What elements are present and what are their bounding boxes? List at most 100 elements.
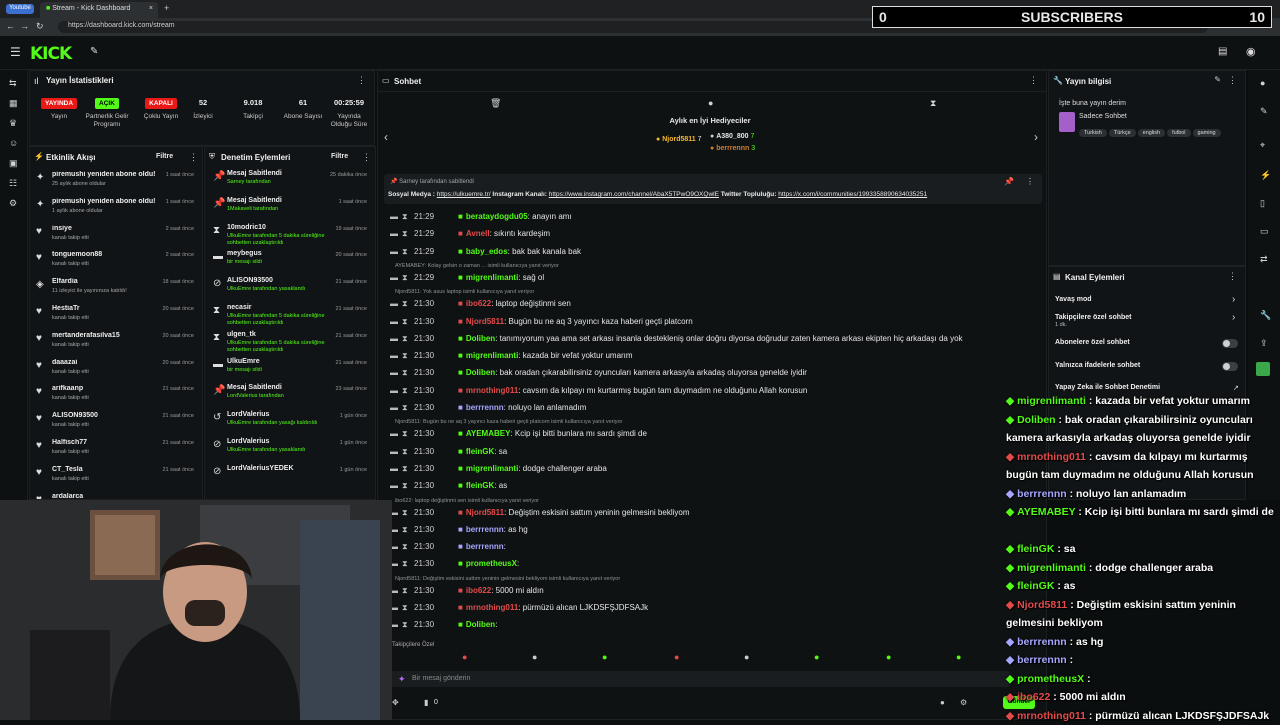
timeout-icon[interactable]: ⧗ (402, 508, 414, 518)
activity-row[interactable]: ♥ arifkaanp kanalı takip etti 21 saat önce (30, 383, 200, 409)
pinned-message[interactable]: 📌 Sarney tarafından sabitlendi Sosyal Me… (384, 174, 1042, 204)
message-username[interactable]: mrnothing011 (466, 603, 518, 612)
delete-message-icon[interactable]: ▬ (390, 317, 402, 326)
chat-message[interactable]: ▬ ⧗ 21:29 ■ berataydogdu05: anayın amı (390, 212, 1040, 228)
chat-more-icon[interactable]: ⋮ (1029, 75, 1038, 86)
chat-message[interactable]: ▬ ⧗ 21:30 ■ mrnothing011: cavsım da kılpayı … (390, 386, 1040, 402)
chat-message[interactable]: ▬ ⧗ 21:30 ■ berrrennn: (390, 542, 1040, 558)
chat-message[interactable]: ▬ ⧗ 21:30 ■ Doliben: bak oradan çıkarabilirs… (390, 368, 1040, 384)
activity-row[interactable]: ♥ insiye kanalı takip etti 2 saat önce (30, 223, 200, 249)
activity-row[interactable]: ♥ tonguemoon88 kanalı takip etti 2 saat önc… (30, 249, 200, 275)
chat-options-icon[interactable]: ● (940, 698, 945, 707)
chat-message[interactable]: ▬ ⧗ 21:30 ■ fleinGK: as (390, 481, 1040, 497)
message-username[interactable]: baby_edos (466, 247, 508, 256)
share-icon[interactable]: ⇪ (1260, 338, 1268, 349)
activity-filter-button[interactable]: Filtre (156, 153, 173, 160)
delete-message-icon[interactable]: ▬ (390, 273, 402, 282)
points-icon[interactable]: ▮ (424, 698, 428, 707)
channel-action-label[interactable]: Abonelere özel sohbet (1055, 339, 1130, 346)
toggle-switch[interactable] (1222, 362, 1238, 371)
emote-icon[interactable]: ● (674, 652, 679, 662)
message-username[interactable]: Doliben (466, 368, 495, 377)
stream-icon[interactable]: ⇆ (9, 78, 17, 89)
stream-tag[interactable]: gaming (1192, 129, 1221, 137)
chat-message[interactable]: ▬ ⧗ 21:30 ■ ibo622: laptop değiştinmi sen (390, 299, 1040, 315)
emote-icon[interactable]: ● (886, 652, 891, 662)
move-icon[interactable]: ✥ (392, 698, 399, 707)
timeout-icon[interactable]: ⧗ (402, 368, 414, 378)
emote-icon[interactable]: ● (462, 652, 467, 662)
close-tab-icon[interactable]: × (149, 5, 153, 12)
timeout-icon[interactable]: ⧗ (402, 351, 414, 361)
info-icon[interactable]: ● (1260, 78, 1265, 88)
browser-tab[interactable]: ■ Stream - Kick Dashboard × (40, 2, 158, 18)
delete-message-icon[interactable]: ▬ (390, 212, 402, 221)
mod-row[interactable]: ⊘ LordValerius UlkuEmre tarafından yasakla… (205, 437, 375, 463)
stats-more-icon[interactable]: ⋮ (357, 75, 366, 86)
delete-message-icon[interactable]: ▬ (390, 334, 402, 343)
activity-more-icon[interactable]: ⋮ (189, 152, 198, 163)
message-username[interactable]: migrenlimanti (466, 351, 518, 360)
emote-icon[interactable]: ● (814, 652, 819, 662)
activity-row[interactable]: ♥ Halfisch77 kanalı takip etti 21 saat önce (30, 437, 200, 463)
channel-actions-more-icon[interactable]: ⋮ (1228, 271, 1237, 282)
timeout-icon[interactable]: ⧗ (402, 525, 414, 535)
trophy-icon[interactable]: ♛ (9, 118, 17, 129)
activity-row[interactable]: ♥ CT_Tesla kanalı takip etti 21 saat önce (30, 464, 200, 490)
timeout-icon[interactable]: ⧗ (402, 586, 414, 596)
message-username[interactable]: prometheusX (466, 559, 517, 568)
timeout-icon[interactable]: ⧗ (402, 464, 414, 474)
layout-icon[interactable]: ▤ (1218, 46, 1227, 57)
chat-message[interactable]: ▬ ⧗ 21:30 ■ mrnothing011: pürmüzü alıcan LJK… (390, 603, 1040, 619)
users-icon[interactable]: ☷ (9, 178, 17, 189)
pinned-more-icon[interactable]: ⋮ (1026, 177, 1034, 186)
wrench-icon[interactable]: 🔧 (1260, 310, 1271, 321)
message-username[interactable]: Avnell (466, 229, 490, 238)
message-username[interactable]: migrenlimanti (466, 273, 518, 282)
channel-action-label[interactable]: Yavaş mod (1055, 296, 1092, 303)
timeout-icon[interactable]: ⧗ (402, 212, 414, 222)
timeout-icon[interactable]: ⧗ (402, 229, 414, 239)
delete-message-icon[interactable]: ▬ (390, 481, 402, 490)
toggle-switch[interactable] (1222, 339, 1238, 348)
link-icon[interactable]: ⇄ (1260, 254, 1268, 265)
activity-row[interactable]: ♥ ardalarca (30, 491, 200, 499)
mod-more-icon[interactable]: ⋮ (362, 152, 371, 163)
reload-icon[interactable]: ↻ (36, 21, 44, 32)
pinned-link-2[interactable]: https://www.instagram.com/channel/AbaX5T… (549, 191, 719, 198)
document-icon[interactable]: ▯ (1260, 198, 1265, 209)
chat-message[interactable]: ▬ ⧗ 21:29 ■ migrenlimanti: sağ ol (390, 273, 1040, 289)
message-username[interactable]: migrenlimanti (466, 464, 518, 473)
stream-tag[interactable]: futbol (1167, 129, 1191, 137)
chevron-right-icon[interactable]: › (1232, 312, 1235, 323)
channel-action-label[interactable]: Yalnızca ifadelerle sohbet (1055, 362, 1140, 369)
mod-row[interactable]: ↺ LordValerius UlkuEmre tarafından yasağı … (205, 410, 375, 436)
message-username[interactable]: Njord5811 (466, 317, 504, 326)
menu-icon[interactable]: ☰ (10, 45, 21, 59)
mod-row[interactable]: 📌 Mesaj Sabitlendi 1Makaveli tarafından 1 s… (205, 196, 375, 222)
mod-row[interactable]: ⧗ ulgen_tk UlkuEmre tarafından 5 dakika sü… (205, 330, 375, 356)
activity-row[interactable]: ♥ HestiaTr kanalı takip etti 20 saat önce (30, 303, 200, 329)
account-icon[interactable]: ◉ (1246, 45, 1256, 58)
trash-icon[interactable]: 🗑 (490, 98, 501, 109)
chat-message[interactable]: ▬ ⧗ 21:30 ■ Doliben: tanımıyorum yaa ama set… (390, 334, 1040, 350)
stream-tag[interactable]: Türkçe (1108, 129, 1136, 137)
mod-row[interactable]: ⧗ necasir UlkuEmre tarafından 5 dakika sür… (205, 303, 375, 329)
timeout-icon[interactable]: ⧗ (402, 403, 414, 413)
activity-row[interactable]: ✦ piremushi yeniden abone oldu! 25 aylık a… (30, 169, 200, 195)
emote-icon[interactable]: ● (602, 652, 607, 662)
activity-row[interactable]: ◈ Elfardia 11 izleyici ile yayınınıza katı… (30, 276, 200, 302)
timeout-icon[interactable]: ⧗ (402, 273, 414, 283)
timeout-icon[interactable]: ⧗ (402, 603, 414, 613)
mod-row[interactable]: ▬ UlkuEmre bir mesajı sildi 21 saat önce (205, 357, 375, 383)
message-username[interactable]: Njord5811 (466, 508, 504, 517)
timeout-icon[interactable]: ⧗ (402, 620, 414, 630)
mod-row[interactable]: ⊘ ALISON93500 UlkuEmre tarafından yasaklan… (205, 276, 375, 302)
emote-icon[interactable]: ● (532, 652, 537, 662)
chat-message[interactable]: ▬ ⧗ 21:30 ■ Doliben: (390, 620, 1040, 636)
activity-row[interactable]: ♥ daaazai kanalı takip etti 20 saat önce (30, 357, 200, 383)
forward-icon[interactable]: → (20, 21, 29, 31)
delete-message-icon[interactable]: ▬ (390, 447, 402, 456)
timeout-icon[interactable]: ⧗ (402, 542, 414, 552)
mod-row[interactable]: ⊘ LordValeriusYEDEK 1 gün önce (205, 464, 375, 490)
